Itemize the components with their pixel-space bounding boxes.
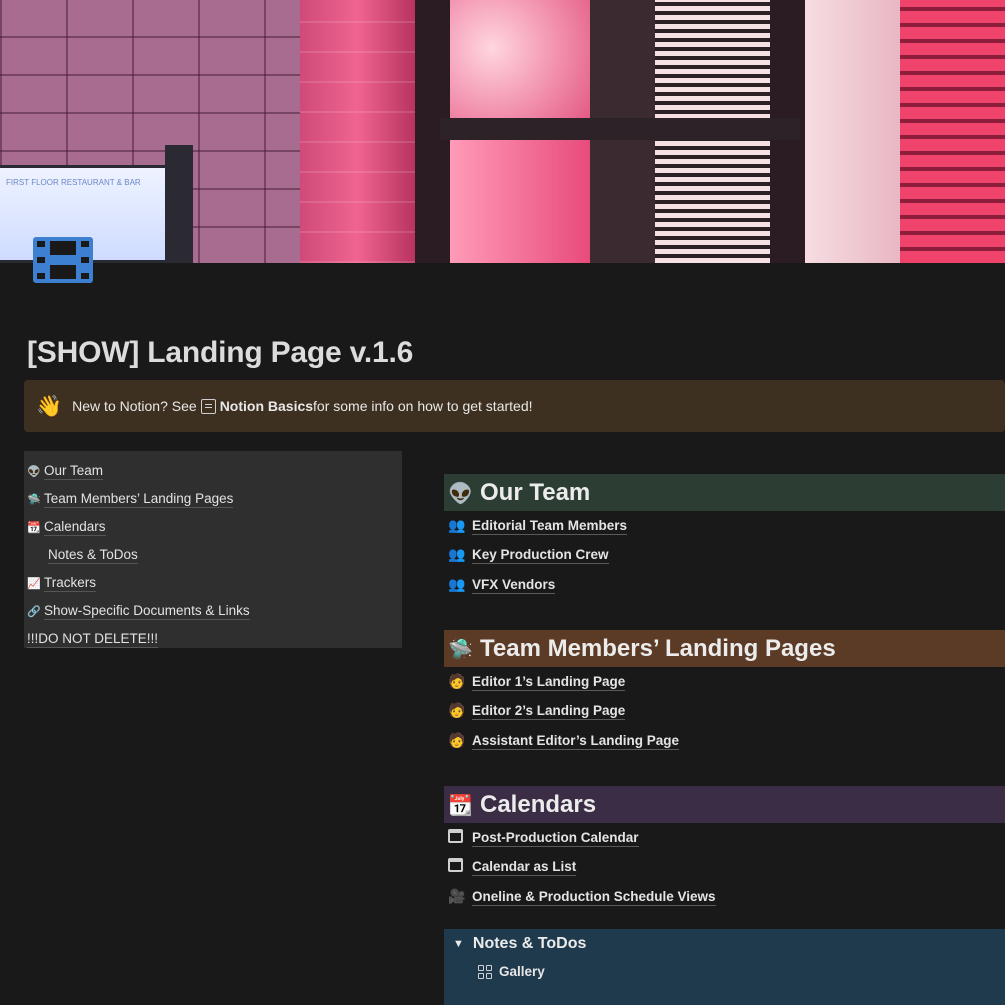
section-landing-pages: 🛸 Team Members’ Landing Pages 🧑 Editor 1… xyxy=(444,630,1005,756)
toc-item-label: Our Team xyxy=(44,462,104,480)
section-our-team: 👽 Our Team 👥 Editorial Team Members 👥 Ke… xyxy=(444,474,1005,594)
ufo-icon: 🛸 xyxy=(27,492,41,506)
gallery-icon xyxy=(478,964,492,979)
toc-item-calendars[interactable]: 📆 Calendars xyxy=(24,513,402,541)
toc-item-label: Trackers xyxy=(44,574,97,592)
toc-item-label: Show-Specific Documents & Links xyxy=(44,602,250,620)
heading-text: Our Team xyxy=(480,478,591,506)
page-link-label: Editor 1’s Landing Page xyxy=(472,673,626,691)
page-link-editor-2[interactable]: 🧑 Editor 2’s Landing Page xyxy=(444,697,1005,727)
heading-text: Calendars xyxy=(480,790,597,818)
page-link-label: Oneline & Production Schedule Views xyxy=(472,888,716,906)
alien-icon: 👽 xyxy=(448,480,473,505)
callout-prefix: New to Notion? See xyxy=(72,398,197,414)
calendar-icon: 📆 xyxy=(27,520,41,534)
page-link-label: Key Production Crew xyxy=(472,547,609,565)
toc-item-our-team[interactable]: 👽 Our Team xyxy=(24,457,402,485)
toc-item-label: !!!DO NOT DELETE!!! xyxy=(27,630,159,648)
gallery-label: Gallery xyxy=(499,964,545,979)
page-link-vfx-vendors[interactable]: 👥 VFX Vendors xyxy=(444,570,1005,600)
people-icon: 👥 xyxy=(448,517,466,534)
toc-item-do-not-delete[interactable]: !!!DO NOT DELETE!!! xyxy=(24,625,402,653)
calendar-icon xyxy=(448,828,463,843)
alien-icon: 👽 xyxy=(27,464,41,478)
page-link-calendar-as-list[interactable]: Calendar as List xyxy=(444,853,1005,883)
toc-item-trackers[interactable]: 📈 Trackers xyxy=(24,569,402,597)
cover-window-frame xyxy=(440,118,800,140)
cover-window-lower xyxy=(450,140,590,263)
link-list: 👥 Editorial Team Members 👥 Key Productio… xyxy=(444,511,1005,594)
page-link-post-production-calendar[interactable]: Post-Production Calendar xyxy=(444,823,1005,853)
callout-suffix: for some info on how to get started! xyxy=(313,398,533,414)
page-link-editor-1[interactable]: 🧑 Editor 1’s Landing Page xyxy=(444,667,1005,697)
cover-stairs xyxy=(900,0,1005,263)
page-link-label: Editorial Team Members xyxy=(472,517,628,535)
toc-item-notes-todos[interactable]: Notes & ToDos xyxy=(24,541,402,569)
heading-text: Team Members’ Landing Pages xyxy=(480,634,836,662)
callout: 👋 New to Notion? See Notion Basics for s… xyxy=(24,380,1005,432)
toc-item-label: Calendars xyxy=(44,518,106,536)
person-icon: 🧑 xyxy=(448,703,466,720)
heading-landing-pages[interactable]: 🛸 Team Members’ Landing Pages xyxy=(444,630,1005,667)
section-calendars: 📆 Calendars Post-Production Calendar Cal… xyxy=(444,786,1005,912)
toc-item-label: Team Members’ Landing Pages xyxy=(44,490,234,508)
toggle-title: Notes & ToDos xyxy=(472,934,587,952)
ufo-icon: 🛸 xyxy=(448,636,473,661)
waving-hand-icon: 👋 xyxy=(36,393,63,418)
people-icon: 👥 xyxy=(448,547,466,564)
toc-item-label: Notes & ToDos xyxy=(48,546,138,564)
link-icon: 🔗 xyxy=(27,604,41,618)
page-link-label: VFX Vendors xyxy=(472,576,556,594)
toc-item-documents-links[interactable]: 🔗 Show-Specific Documents & Links xyxy=(24,597,402,625)
cover-window-upper xyxy=(450,0,590,120)
toggle-notes-todos: ▼ Notes & ToDos Gallery xyxy=(444,929,1005,1005)
calendar-icon xyxy=(448,858,463,873)
heading-our-team[interactable]: 👽 Our Team xyxy=(444,474,1005,511)
toc-item-landing-pages[interactable]: 🛸 Team Members’ Landing Pages xyxy=(24,485,402,513)
page-link-assistant-editor[interactable]: 🧑 Assistant Editor’s Landing Page xyxy=(444,726,1005,756)
toggle-header[interactable]: ▼ Notes & ToDos xyxy=(444,930,1005,957)
cover-monitor-bezel xyxy=(165,145,193,263)
page-link-key-production-crew[interactable]: 👥 Key Production Crew xyxy=(444,541,1005,571)
page-title[interactable]: [SHOW] Landing Page v.1.6 xyxy=(27,336,413,370)
triangle-down-icon[interactable]: ▼ xyxy=(453,938,464,950)
link-list: 🧑 Editor 1’s Landing Page 🧑 Editor 2’s L… xyxy=(444,667,1005,756)
link-list: Post-Production Calendar Calendar as Lis… xyxy=(444,823,1005,912)
table-of-contents: 👽 Our Team 🛸 Team Members’ Landing Pages… xyxy=(24,451,402,648)
page-link-editorial-team[interactable]: 👥 Editorial Team Members xyxy=(444,511,1005,541)
notion-basics-page-icon xyxy=(200,398,216,414)
movie-camera-icon: 🎥 xyxy=(448,888,466,905)
chart-icon: 📈 xyxy=(27,576,41,590)
person-icon: 🧑 xyxy=(448,673,466,690)
page-link-label: Editor 2’s Landing Page xyxy=(472,703,626,721)
page-link-label: Calendar as List xyxy=(472,859,577,877)
film-frames-icon[interactable] xyxy=(32,236,94,284)
cover-pink-tiles xyxy=(300,0,415,263)
person-icon: 🧑 xyxy=(448,732,466,749)
heading-calendars[interactable]: 📆 Calendars xyxy=(444,786,1005,823)
page-link-label: Assistant Editor’s Landing Page xyxy=(472,732,680,750)
page-link-schedule-views[interactable]: 🎥 Oneline & Production Schedule Views xyxy=(444,882,1005,912)
cover-monitor-text: FIRST FLOOR RESTAURANT & BAR xyxy=(6,178,141,187)
cover-image: FIRST FLOOR RESTAURANT & BAR xyxy=(0,0,1005,263)
notion-basics-link[interactable]: Notion Basics xyxy=(220,398,313,414)
people-icon: 👥 xyxy=(448,576,466,593)
calendar-icon: 📆 xyxy=(448,792,473,817)
page-link-label: Post-Production Calendar xyxy=(472,829,639,847)
gallery-view-link[interactable]: Gallery xyxy=(444,964,1005,979)
cover-wall xyxy=(805,0,900,263)
